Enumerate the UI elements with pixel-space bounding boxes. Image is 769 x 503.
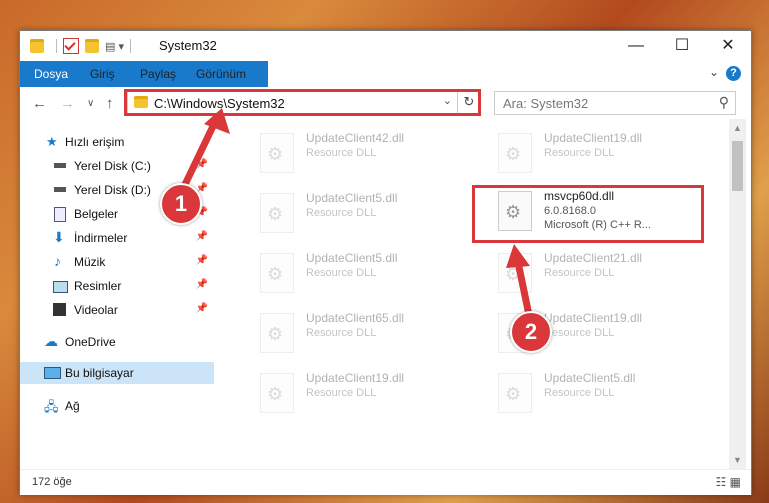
tab-view[interactable]: Görünüm — [196, 61, 246, 87]
chevron-down-icon[interactable]: ⌄ — [709, 65, 719, 79]
scroll-up-icon[interactable]: ▲ — [733, 123, 742, 133]
highlight-box — [472, 185, 704, 243]
cloud-icon: ☁ — [44, 333, 58, 349]
dll-file-icon — [260, 373, 294, 413]
navigation-pane: ★ Hızlı erişim Yerel Disk (C:) 📌 Yerel D… — [20, 119, 214, 469]
sidebar-item-downloads[interactable]: ⬇ İndirmeler 📌 — [20, 227, 214, 249]
step-1-badge: 1 — [160, 183, 202, 225]
file-item[interactable]: UpdateClient42.dll Resource DLL — [252, 127, 472, 173]
pin-icon[interactable]: 📌 — [196, 279, 208, 290]
dll-file-icon — [498, 373, 532, 413]
documents-icon — [54, 207, 66, 222]
maximize-button[interactable]: ☐ — [659, 31, 705, 61]
scrollbar-thumb[interactable] — [732, 141, 743, 191]
dll-file-icon — [260, 313, 294, 353]
download-icon: ⬇ — [53, 229, 65, 245]
back-icon[interactable]: ← — [32, 95, 47, 112]
step-2-badge: 2 — [510, 311, 552, 353]
status-bar: 172 öğe ☷ ▦ — [20, 469, 751, 495]
minimize-button[interactable]: — — [613, 31, 659, 61]
sidebar-item-this-pc[interactable]: Bu bilgisayar — [20, 362, 214, 384]
pin-icon[interactable]: 📌 — [196, 303, 208, 314]
music-icon: ♪ — [54, 253, 61, 269]
computer-icon — [44, 367, 61, 379]
recent-locations-icon[interactable]: ∨ — [87, 98, 94, 109]
sidebar-item-disk-c[interactable]: Yerel Disk (C:) 📌 — [20, 155, 214, 177]
window-title: System32 — [159, 38, 217, 53]
customize-toolbar-icon[interactable]: ▤ ▾ — [105, 40, 124, 53]
dll-file-icon — [498, 133, 532, 173]
pin-icon[interactable]: 📌 — [196, 231, 208, 242]
scroll-down-icon[interactable]: ▼ — [733, 455, 742, 465]
sidebar-item-music[interactable]: ♪ Müzik 📌 — [20, 251, 214, 273]
file-item[interactable]: UpdateClient19.dll Resource DLL — [490, 127, 710, 173]
search-input[interactable]: Ara: System32 ⚲ — [494, 91, 736, 115]
file-item[interactable]: UpdateClient21.dll Resource DLL — [490, 247, 710, 293]
star-icon: ★ — [46, 134, 58, 149]
dll-file-icon — [260, 193, 294, 233]
pin-icon[interactable]: 📌 — [196, 255, 208, 266]
item-count: 172 öğe — [32, 476, 72, 488]
tab-share[interactable]: Paylaş — [140, 61, 176, 87]
properties-icon[interactable] — [63, 38, 79, 54]
title-bar: ▤ ▾ System32 — ☐ ✕ — [20, 31, 751, 61]
drive-icon — [54, 187, 66, 192]
new-folder-icon[interactable] — [85, 39, 99, 53]
videos-icon — [53, 303, 66, 316]
forward-icon[interactable]: → — [60, 95, 75, 112]
folder-icon — [30, 39, 44, 53]
sidebar-item-pictures[interactable]: Resimler 📌 — [20, 275, 214, 297]
pictures-icon — [53, 281, 68, 293]
file-item[interactable]: UpdateClient5.dll Resource DLL — [252, 247, 472, 293]
tab-home[interactable]: Giriş — [90, 61, 115, 87]
help-icon[interactable]: ? — [726, 66, 741, 81]
file-item[interactable]: UpdateClient65.dll Resource DLL — [252, 307, 472, 353]
sidebar-item-network[interactable]: 🖧 Ağ — [20, 395, 214, 417]
sidebar-item-videos[interactable]: Videolar 📌 — [20, 299, 214, 321]
divider — [129, 39, 131, 53]
file-item[interactable]: UpdateClient5.dll Resource DLL — [252, 187, 472, 233]
vertical-scrollbar[interactable]: ▲ ▼ — [729, 119, 746, 469]
file-item[interactable]: UpdateClient5.dll Resource DLL — [490, 367, 710, 413]
search-icon[interactable]: ⚲ — [719, 94, 729, 111]
drive-icon — [54, 163, 66, 168]
sidebar-item-quick-access[interactable]: ★ Hızlı erişim — [20, 131, 214, 153]
file-item[interactable]: UpdateClient19.dll Resource DLL — [252, 367, 472, 413]
explorer-window: ▤ ▾ System32 — ☐ ✕ Dosya Giriş Paylaş Gö… — [19, 30, 752, 495]
dll-file-icon — [260, 133, 294, 173]
network-icon: 🖧 — [44, 399, 59, 414]
dll-file-icon — [498, 253, 532, 293]
divider — [56, 39, 57, 53]
quick-access-toolbar: ▤ ▾ — [30, 37, 137, 55]
file-list: UpdateClient42.dll Resource DLL UpdateCl… — [232, 119, 729, 469]
up-icon[interactable]: ↑ — [106, 95, 114, 112]
address-row: ← → ∨ ↑ C:\Windows\System32 ⌄ ↻ Ara: Sys… — [20, 87, 751, 119]
dll-file-icon — [260, 253, 294, 293]
search-placeholder: Ara: System32 — [503, 96, 589, 111]
ribbon-tabs: Dosya Giriş Paylaş Görünüm ⌄ ? — [20, 61, 751, 107]
view-toggle-icons[interactable]: ☷ ▦ — [716, 475, 741, 489]
sidebar-item-onedrive[interactable]: ☁ OneDrive — [20, 331, 214, 353]
pin-icon[interactable]: 📌 — [196, 159, 208, 170]
close-button[interactable]: ✕ — [705, 31, 751, 61]
highlight-box — [124, 89, 481, 116]
